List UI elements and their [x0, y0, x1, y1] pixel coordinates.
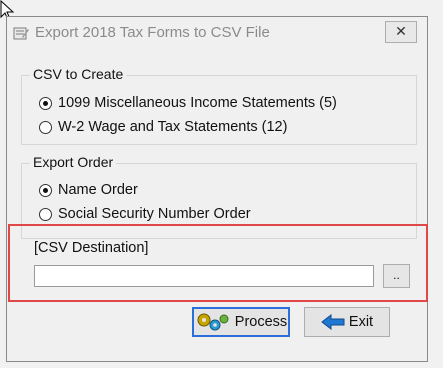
radio-button-unselected[interactable]	[39, 207, 52, 221]
form-icon	[13, 27, 29, 40]
radio-button-selected[interactable]	[39, 96, 52, 110]
csv-to-create-label: CSV to Create	[30, 66, 127, 82]
exit-button[interactable]: Exit	[304, 307, 390, 337]
browse-button[interactable]: ..	[383, 264, 410, 288]
export-order-label: Export Order	[30, 154, 117, 170]
process-button[interactable]: Process	[192, 307, 290, 337]
radio-button-selected[interactable]	[39, 183, 52, 197]
gears-icon	[197, 313, 229, 331]
process-button-label: Process	[234, 314, 288, 330]
radio-1099-misc-label: 1099 Miscellaneous Income Statements (5)	[58, 95, 337, 111]
highlight-box	[8, 224, 428, 302]
csv-destination-label: [CSV Destination]	[34, 240, 149, 256]
radio-ssn-order[interactable]: Social Security Number Order	[39, 204, 251, 224]
radio-1099-misc[interactable]: 1099 Miscellaneous Income Statements (5)	[39, 93, 337, 113]
radio-w2-wage[interactable]: W-2 Wage and Tax Statements (12)	[39, 117, 287, 137]
radio-ssn-order-label: Social Security Number Order	[58, 206, 251, 222]
radio-button-unselected[interactable]	[39, 120, 52, 134]
close-icon: ✕	[395, 23, 407, 39]
radio-name-order-label: Name Order	[58, 182, 138, 198]
radio-name-order[interactable]: Name Order	[39, 180, 138, 200]
left-arrow-icon	[321, 314, 345, 330]
exit-button-label: Exit	[348, 314, 374, 330]
title-bar: Export 2018 Tax Forms to CSV File ✕	[7, 17, 427, 49]
csv-destination-input[interactable]	[34, 265, 374, 287]
window-title: Export 2018 Tax Forms to CSV File	[35, 24, 270, 41]
close-button[interactable]: ✕	[385, 21, 417, 43]
radio-w2-wage-label: W-2 Wage and Tax Statements (12)	[58, 119, 288, 135]
